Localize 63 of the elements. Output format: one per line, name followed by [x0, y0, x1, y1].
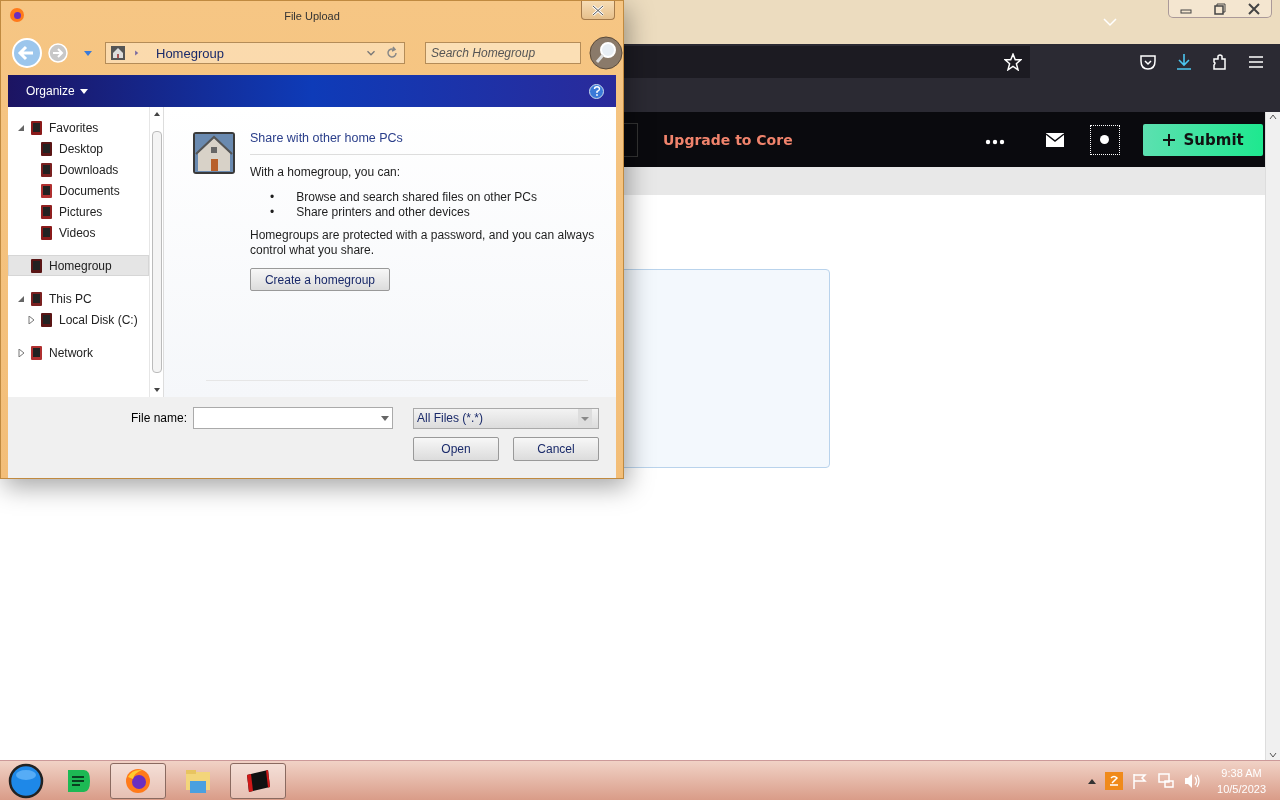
search-button[interactable]: [589, 36, 623, 70]
nav-item[interactable]: Favorites: [8, 117, 149, 138]
caret-down-icon: [1268, 750, 1278, 760]
upgrade-link[interactable]: Upgrade to Core: [663, 131, 793, 148]
taskbar-app[interactable]: [110, 762, 166, 799]
recent-locations-button[interactable]: [83, 49, 93, 57]
nav-item[interactable]: Desktop: [8, 138, 149, 159]
caret-down-icon: [152, 387, 161, 393]
start-button[interactable]: [6, 762, 46, 799]
homegroup-icon: [110, 45, 126, 61]
nav-item[interactable]: Homegroup: [8, 255, 149, 276]
intro-text: With a homegroup, you can:: [250, 165, 402, 180]
refresh-icon: [384, 45, 400, 61]
nav-item[interactable]: Pictures: [8, 201, 149, 222]
plus-icon: [1161, 132, 1176, 147]
section-heading: Share with other home PCs: [250, 131, 600, 155]
house-icon: [192, 131, 236, 175]
bullet-marker: •: [270, 190, 275, 205]
help-icon[interactable]: [589, 83, 604, 99]
close-icon: [591, 4, 605, 16]
expand-toggle[interactable]: [17, 348, 25, 357]
caret-up-icon: [1268, 112, 1278, 122]
expand-toggle[interactable]: [17, 123, 25, 132]
dialog-button[interactable]: Open: [413, 437, 499, 461]
taskbar-app[interactable]: [230, 762, 286, 799]
bullet-item: Share printers and other devices: [296, 205, 470, 220]
close-icon: [1247, 2, 1261, 15]
nav-item[interactable]: Network: [8, 342, 149, 363]
clock-date: 10/5/2023: [1217, 781, 1266, 797]
file-name-field[interactable]: [193, 407, 393, 429]
dialog-title: File Upload: [283, 10, 341, 22]
expand-toggle[interactable]: [27, 315, 35, 324]
caret-down-icon: [79, 88, 88, 94]
close-button[interactable]: [581, 1, 615, 20]
avatar-button[interactable]: [1089, 124, 1120, 155]
star-icon: [1004, 53, 1022, 71]
nav-item[interactable]: Downloads: [8, 159, 149, 180]
browser-icon: [9, 7, 25, 23]
pocket-button[interactable]: [1138, 52, 1158, 72]
address-bar[interactable]: Homegroup: [105, 42, 405, 64]
search-field[interactable]: Search Homegroup: [425, 42, 581, 64]
file-type-dropdown[interactable]: All Files (*.*): [413, 407, 599, 429]
expand-toggle[interactable]: [17, 294, 25, 303]
bullet-marker: •: [270, 205, 275, 220]
scrollbar[interactable]: [1265, 112, 1280, 760]
nav-item[interactable]: Documents: [8, 180, 149, 201]
restore-icon: [1214, 2, 1226, 15]
caret-down-icon: [381, 415, 389, 421]
nav-item[interactable]: Videos: [8, 222, 149, 243]
browser-icon: [124, 766, 152, 795]
create-homegroup-button[interactable]: Create a homegroup: [250, 268, 390, 291]
clock-time: 9:38 AM: [1221, 765, 1262, 781]
bullet-item: Browse and search shared files on other PCs: [296, 190, 537, 205]
nav-item[interactable]: Local Disk (C:): [8, 309, 149, 330]
file-name-label: File name:: [130, 411, 187, 425]
info-text: Homegroups are protected with a password, and you can always control what you share.: [250, 228, 596, 258]
scrollbar[interactable]: [150, 107, 164, 397]
mail-button[interactable]: [1044, 131, 1065, 148]
download-button[interactable]: [1174, 52, 1194, 72]
nav-item[interactable]: This PC: [8, 288, 149, 309]
dialog-button[interactable]: Cancel: [513, 437, 599, 461]
organize-menu[interactable]: Organize: [26, 84, 88, 98]
submit-button[interactable]: Submit: [1142, 123, 1263, 156]
